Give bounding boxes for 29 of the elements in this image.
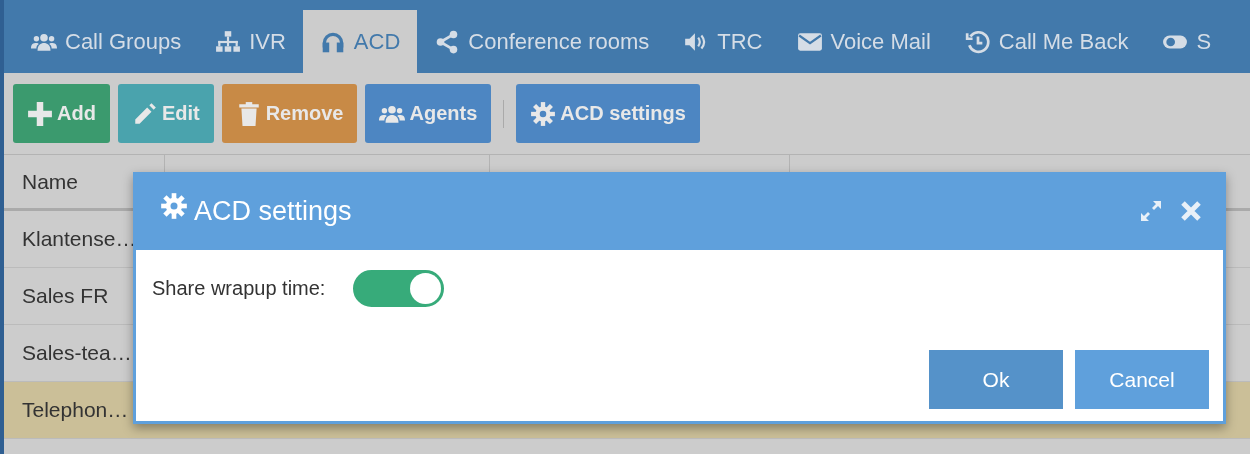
tab[interactable]: Call Me Back [947,10,1146,73]
tab[interactable]: Call Groups [14,10,199,73]
field-label: Share wrapup time: [152,277,326,300]
plus-icon [27,100,53,127]
sitemap-icon [215,28,242,55]
ok-button[interactable]: Ok [929,350,1063,409]
gear-icon [530,100,557,127]
dialog-title: ACD settings [194,195,352,227]
toolbar-button[interactable]: Edit [117,84,214,143]
close-icon[interactable] [1179,199,1203,223]
table-cell: Telephon… [22,398,129,422]
toolbar-button[interactable]: Remove [221,84,358,143]
table-cell: Klantense… [22,227,137,251]
history-icon [964,28,991,55]
tab[interactable]: IVR [198,10,303,73]
tab[interactable]: Conference rooms [417,10,667,73]
toolbar-button[interactable]: Agents [365,84,492,143]
tab[interactable]: ACD [302,10,418,73]
tab[interactable]: TRC [666,10,780,73]
toggle-switch[interactable] [353,270,445,307]
tab[interactable]: Voice Mail [779,10,948,73]
toolbar-button[interactable]: Add [13,84,110,143]
expand-icon[interactable] [1139,199,1163,223]
tab[interactable]: S [1145,10,1229,73]
gear-icon [160,192,188,220]
toolbar-button[interactable]: ACD settings [516,84,700,143]
cancel-button[interactable]: Cancel [1075,350,1209,409]
table-cell: Sales FR [22,284,109,308]
table-cell: Sales-tea… [22,341,132,365]
